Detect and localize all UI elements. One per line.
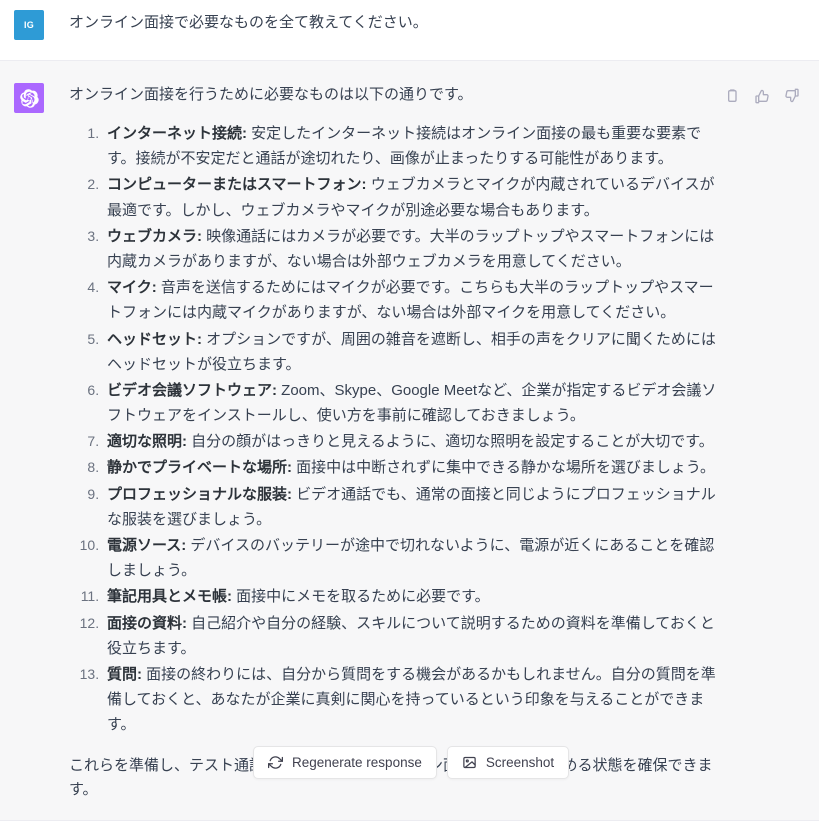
list-item-term: コンピューターまたはスマートフォン: <box>107 176 367 194</box>
user-message-inner: IG オンライン面接で必要なものを全て教えてください。 <box>0 0 819 50</box>
avatar <box>14 83 44 113</box>
intro-paragraph: オンライン面接を行うために必要なものは以下の通りです。 <box>69 86 473 103</box>
list-item: インターネット接続: 安定したインターネット接続はオンライン面接の最も重要な要素… <box>103 121 717 171</box>
requirements-list: インターネット接続: 安定したインターネット接続はオンライン面接の最も重要な要素… <box>69 121 717 738</box>
list-item: ビデオ会議ソフトウェア: Zoom、Skype、Google Meetなど、企業… <box>103 378 717 428</box>
list-item-term: 適切な照明: <box>107 433 187 451</box>
list-item: 筆記用具とメモ帳: 面接中にメモを取るために必要です。 <box>103 584 717 609</box>
assistant-message: オンライン面接を行うために必要なものは以下の通りです。 インターネット接続: 安… <box>0 60 819 821</box>
thumbs-down-icon[interactable] <box>783 87 801 105</box>
list-item-body: 自己紹介や自分の経験、スキルについて説明するための資料を準備しておくと役立ちます… <box>107 614 715 657</box>
list-item: マイク: 音声を送信するためにはマイクが必要です。こちらも大半のラップトップやス… <box>103 275 717 325</box>
list-item: ウェブカメラ: 映像通話にはカメラが必要です。大半のラップトップやスマートフォン… <box>103 224 717 274</box>
list-item-body: 面接中にメモを取るために必要です。 <box>232 588 490 606</box>
screenshot-button[interactable]: Screenshot <box>446 746 570 779</box>
openai-logo-icon <box>19 88 39 108</box>
refresh-icon <box>268 755 283 770</box>
list-item-term: プロフェッショナルな服装: <box>107 485 292 503</box>
list-item: 静かでプライベートな場所: 面接中は中断されずに集中できる静かな場所を選びましょ… <box>103 455 717 480</box>
copy-icon[interactable] <box>723 87 741 105</box>
list-item: 電源ソース: デバイスのバッテリーが途中で切れないように、電源が近くにあることを… <box>103 533 717 583</box>
list-item-body: 面接の終わりには、自分から質問をする機会があるかもしれません。自分の質問を準備し… <box>107 665 716 734</box>
floating-action-bar: Regenerate response Screenshot <box>253 746 570 779</box>
list-item-term: ビデオ会議ソフトウェア: <box>107 381 277 399</box>
list-item-term: 質問: <box>107 665 142 683</box>
list-item-body: 面接中は中断されずに集中できる静かな場所を選びましょう。 <box>292 459 715 477</box>
list-item-term: 面接の資料: <box>107 614 187 632</box>
list-item: 面接の資料: 自己紹介や自分の経験、スキルについて説明するための資料を準備してお… <box>103 611 717 661</box>
message-actions <box>723 87 801 105</box>
list-item: コンピューターまたはスマートフォン: ウェブカメラとマイクが内蔵されているデバイ… <box>103 172 717 222</box>
user-message-text: オンライン面接で必要なものを全て教えてください。 <box>69 14 428 31</box>
list-item: 適切な照明: 自分の顔がはっきりと見えるように、適切な照明を設定することが大切で… <box>103 429 717 454</box>
list-item-body: 音声を送信するためにはマイクが必要です。こちらも大半のラップトップやスマートフォ… <box>107 279 714 322</box>
regenerate-response-label: Regenerate response <box>292 754 422 770</box>
list-item-term: 筆記用具とメモ帳: <box>107 588 232 606</box>
list-item-term: ウェブカメラ: <box>107 227 202 245</box>
assistant-message-body: オンライン面接を行うために必要なものは以下の通りです。 インターネット接続: 安… <box>69 83 797 802</box>
list-item-body: 自分の顔がはっきりと見えるように、適切な照明を設定することが大切です。 <box>187 433 714 451</box>
list-item: 質問: 面接の終わりには、自分から質問をする機会があるかもしれません。自分の質問… <box>103 662 717 738</box>
thumbs-up-icon[interactable] <box>753 87 771 105</box>
list-item: ヘッドセット: オプションですが、周囲の雑音を遮断し、相手の声をクリアに聞くため… <box>103 327 717 377</box>
user-message: IG オンライン面接で必要なものを全て教えてください。 <box>0 0 819 60</box>
regenerate-response-button[interactable]: Regenerate response <box>253 746 437 779</box>
screenshot-label: Screenshot <box>485 754 555 770</box>
list-item-term: インターネット接続: <box>107 125 247 142</box>
list-item-term: 電源ソース: <box>107 537 187 554</box>
list-item-term: マイク: <box>107 279 157 297</box>
list-item-term: ヘッドセット: <box>107 330 202 348</box>
avatar-initials: IG <box>23 20 35 30</box>
assistant-message-inner: オンライン面接を行うために必要なものは以下の通りです。 インターネット接続: 安… <box>0 61 819 820</box>
avatar: IG <box>14 10 44 40</box>
list-item-term: 静かでプライベートな場所: <box>107 459 292 477</box>
list-item: プロフェッショナルな服装: ビデオ通話でも、通常の面接と同じようにプロフェッショ… <box>103 482 717 532</box>
list-item-body: デバイスのバッテリーが途中で切れないように、電源が近くにあることを確認しましょう… <box>107 537 715 580</box>
image-icon <box>462 755 477 770</box>
